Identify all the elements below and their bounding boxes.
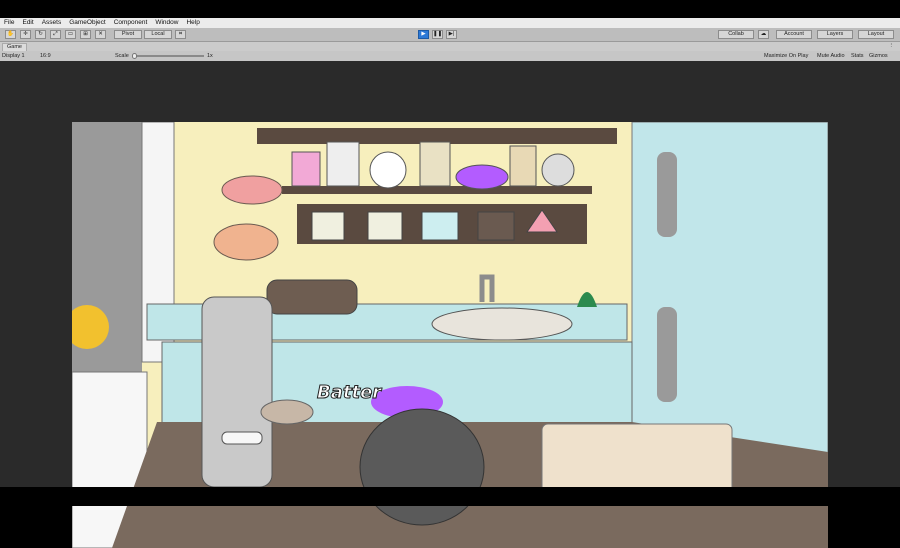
- batter-bowl[interactable]: [260, 399, 314, 425]
- maximize-on-play-toggle[interactable]: Maximize On Play: [764, 51, 808, 61]
- menu-component[interactable]: Component: [110, 18, 152, 28]
- pause-button[interactable]: ❚❚: [432, 30, 443, 39]
- blender: [201, 296, 273, 488]
- fruit-basket-top: [221, 175, 283, 205]
- fridge-handle-bottom: [657, 307, 677, 402]
- stats-toggle[interactable]: Stats: [851, 51, 864, 61]
- hand-tool-icon[interactable]: ✋: [5, 30, 16, 39]
- spice-jar-1: [311, 211, 345, 241]
- snap-icon[interactable]: ⌗: [175, 30, 186, 39]
- game-view-toolbar: Display 1 16:9 Scale 1x Maximize On Play…: [0, 51, 900, 61]
- menu-window[interactable]: Window: [151, 18, 182, 28]
- custom-tool-icon[interactable]: ✕: [95, 30, 106, 39]
- layers-dropdown[interactable]: Layers: [817, 30, 853, 39]
- game-view: Batter: [0, 61, 900, 548]
- pivot-button[interactable]: Pivot: [114, 30, 142, 39]
- tab-row: Game ⋮: [0, 42, 900, 51]
- jar-tall: [419, 141, 451, 187]
- bread-loaf: [266, 279, 358, 315]
- menu-gameobject[interactable]: GameObject: [65, 18, 110, 28]
- mute-audio-toggle[interactable]: Mute Audio: [817, 51, 845, 61]
- kitchen-scene[interactable]: Batter: [72, 122, 828, 548]
- menu-bar: File Edit Assets GameObject Component Wi…: [0, 18, 900, 28]
- move-tool-icon[interactable]: ✛: [20, 30, 31, 39]
- sink: [431, 307, 573, 341]
- menu-file[interactable]: File: [0, 18, 18, 28]
- menu-help[interactable]: Help: [182, 18, 203, 28]
- layout-dropdown[interactable]: Layout: [858, 30, 894, 39]
- play-button[interactable]: ▶: [418, 30, 429, 39]
- toolbar: ✋ ✛ ↻ ⤢ ▭ ⊞ ✕ Pivot Local ⌗ ▶ ❚❚ ▶| Coll…: [0, 28, 900, 42]
- fridge-handle-top: [657, 152, 677, 237]
- top-letterbox: [0, 0, 900, 18]
- blender-buttons: [221, 431, 263, 445]
- gizmos-toggle[interactable]: Gizmos: [869, 51, 888, 61]
- fruit-basket-bottom: [213, 223, 279, 261]
- scale-tool-icon[interactable]: ⤢: [50, 30, 61, 39]
- more-icon[interactable]: ⋮: [889, 42, 895, 51]
- step-button[interactable]: ▶|: [446, 30, 457, 39]
- aspect-select[interactable]: 16:9: [40, 51, 51, 61]
- transform-tool-icon[interactable]: ⊞: [80, 30, 91, 39]
- jar-round: [541, 153, 575, 187]
- scale-slider[interactable]: [134, 55, 204, 57]
- scale-label: Scale: [115, 53, 129, 59]
- potion-purple: [455, 164, 509, 190]
- cloud-icon[interactable]: ☁: [758, 30, 769, 39]
- spice-jar-2: [367, 211, 403, 241]
- collab-button[interactable]: Collab: [718, 30, 754, 39]
- batter-label: Batter: [317, 382, 382, 403]
- rotate-tool-icon[interactable]: ↻: [35, 30, 46, 39]
- shelf-lower: [282, 186, 592, 194]
- menu-assets[interactable]: Assets: [38, 18, 66, 28]
- bottom-letterbox: [0, 487, 900, 506]
- spice-jar-3: [421, 211, 459, 241]
- scale-value: 1x: [207, 53, 213, 59]
- tab-game[interactable]: Game: [2, 43, 27, 51]
- rect-tool-icon[interactable]: ▭: [65, 30, 76, 39]
- display-select[interactable]: Display 1: [2, 51, 25, 61]
- spice-jar-4: [477, 211, 515, 241]
- jar-pink: [291, 151, 321, 187]
- cauldron[interactable]: [359, 408, 485, 526]
- jar-polka: [369, 151, 407, 189]
- jar-gems: [326, 141, 360, 187]
- account-dropdown[interactable]: Account: [776, 30, 812, 39]
- jar-cookies: [509, 145, 537, 187]
- local-button[interactable]: Local: [144, 30, 172, 39]
- menu-edit[interactable]: Edit: [18, 18, 37, 28]
- scale-slider-handle[interactable]: [132, 53, 137, 59]
